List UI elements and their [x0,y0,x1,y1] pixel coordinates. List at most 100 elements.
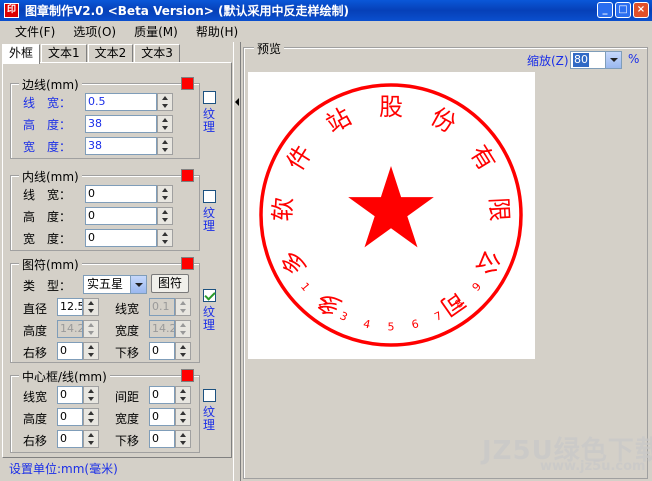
border-texture-checkbox[interactable] [203,91,216,104]
minimize-button[interactable]: _ [597,2,613,18]
center-down-input[interactable]: 0 [149,430,175,448]
stamp-char: 份 [426,102,461,138]
zoom-label: 缩放(Z) [527,54,569,68]
inner-texture-checkbox[interactable] [203,190,216,203]
center-group-title: 中心框/线(mm) [19,368,110,385]
center-down-label: 下移 [115,434,140,448]
center-spacing-label: 间距 [115,390,140,404]
center-width-input[interactable]: 0 [149,408,175,426]
symbol-color-swatch[interactable] [181,257,194,270]
inner-width-spinner[interactable] [157,229,173,247]
center-right-label: 右移 [23,434,48,448]
stamp-char: 多 [276,245,312,279]
border-group: 边线(mm) 线 宽： 0.5 高 度： 38 宽 度： 38 [10,76,200,159]
symbol-texture-checkbox[interactable] [203,289,216,302]
stamp-preview-canvas[interactable]: 多多软件站股份有限公司 123456789 [248,72,535,359]
zoom-select[interactable]: 80 [570,51,622,69]
panel-splitter[interactable] [233,42,241,481]
symbol-width-input[interactable]: 14.2 [149,320,175,338]
border-height-spinner[interactable] [157,115,173,133]
symbol-diameter-spinner[interactable] [83,298,99,316]
center-texture-checkbox[interactable] [203,389,216,402]
border-color-swatch[interactable] [181,77,194,90]
menu-options[interactable]: 选项(O) [64,23,125,40]
inner-line-width-spinner[interactable] [157,185,173,203]
inner-line-width-input[interactable]: 0 [85,185,157,203]
center-texture-label: 纹理 [203,405,216,432]
inner-color-swatch[interactable] [181,169,194,182]
chevron-down-icon[interactable] [605,52,621,68]
maximize-button[interactable]: □ [615,2,631,18]
menu-bar: 文件(F) 选项(O) 质量(M) 帮助(H) [0,21,652,41]
tab-text3[interactable]: 文本3 [134,44,180,63]
border-height-input[interactable]: 38 [85,115,157,133]
status-text: 设置单位:mm(毫米) [9,462,118,476]
border-group-title: 边线(mm) [19,76,82,93]
stamp-serial-digit: 7 [432,309,444,324]
window-title: 图章制作V2.0 <Beta Version> (默认采用中反走样绘制) [25,4,350,18]
symbol-height-input[interactable]: 14.2 [57,320,83,338]
symbol-button[interactable]: 图符 [151,274,189,293]
symbol-type-select[interactable]: 实五星 [83,275,147,294]
stamp-serial-digit: 9 [470,280,484,294]
collapse-arrow-icon[interactable] [235,98,239,106]
center-line-width-spinner[interactable] [83,386,99,404]
symbol-type-value: 实五星 [87,277,124,291]
symbol-width-spinner[interactable] [175,320,191,338]
center-spacing-input[interactable]: 0 [149,386,175,404]
border-height-label: 高 度： [23,118,72,132]
preview-title: 预览 [254,40,285,57]
stamp-serial-digit: 4 [362,317,372,331]
inner-height-input[interactable]: 0 [85,207,157,225]
symbol-diameter-input[interactable]: 12.5 [57,298,83,316]
symbol-group: 图符(mm) 类 型： 实五星 图符 直径 12.5 线宽 0.1 高度 14.… [10,256,200,363]
symbol-line-width-input[interactable]: 0.1 [149,298,175,316]
chevron-down-icon[interactable] [130,276,146,293]
symbol-right-input[interactable]: 0 [57,342,83,360]
center-down-spinner[interactable] [175,430,191,448]
symbol-line-width-spinner[interactable] [175,298,191,316]
center-spacing-spinner[interactable] [175,386,191,404]
symbol-height-spinner[interactable] [83,320,99,338]
tab-text1[interactable]: 文本1 [41,44,87,63]
border-line-width-input[interactable]: 0.5 [85,93,157,111]
center-frame-group: 中心框/线(mm) 线宽 0 间距 0 高度 0 宽度 0 右移 0 下移 0 [10,368,200,453]
border-width-input[interactable]: 38 [85,137,157,155]
inner-height-spinner[interactable] [157,207,173,225]
symbol-right-spinner[interactable] [83,342,99,360]
zoom-unit: % [628,52,640,66]
stamp-char: 限 [484,197,513,222]
stamp-char: 件 [281,140,317,175]
center-right-input[interactable]: 0 [57,430,83,448]
inner-height-label: 高 度： [23,210,72,224]
menu-quality[interactable]: 质量(M) [125,23,187,40]
border-width-spinner[interactable] [157,137,173,155]
center-height-spinner[interactable] [83,408,99,426]
stamp-serial-digit: 6 [410,317,420,331]
settings-panel: 边线(mm) 线 宽： 0.5 高 度： 38 宽 度： 38 纹理 内线(mm… [2,62,232,458]
stamp-star-icon [348,166,434,248]
stamp-image: 多多软件站股份有限公司 1234 5 6789 [259,83,523,347]
symbol-texture-label: 纹理 [203,305,216,332]
zoom-value: 80 [573,53,589,67]
tab-outer-frame[interactable]: 外框 [2,44,41,64]
inner-group-title: 内线(mm) [19,168,82,185]
tab-text2[interactable]: 文本2 [87,44,134,63]
stamp-serial-digit: 1 [298,280,312,294]
center-width-label: 宽度 [115,412,140,426]
border-line-width-label: 线 宽： [23,96,72,110]
menu-file[interactable]: 文件(F) [6,23,64,40]
center-right-spinner[interactable] [83,430,99,448]
center-width-spinner[interactable] [175,408,191,426]
center-height-input[interactable]: 0 [57,408,83,426]
border-line-width-spinner[interactable] [157,93,173,111]
menu-help[interactable]: 帮助(H) [187,23,247,40]
inner-line-width-label: 线 宽： [23,188,72,202]
center-color-swatch[interactable] [181,369,194,382]
center-line-width-input[interactable]: 0 [57,386,83,404]
symbol-down-spinner[interactable] [175,342,191,360]
symbol-down-input[interactable]: 0 [149,342,175,360]
inner-width-input[interactable]: 0 [85,229,157,247]
close-button[interactable]: × [633,2,649,18]
stamp-char: 软 [268,197,297,222]
